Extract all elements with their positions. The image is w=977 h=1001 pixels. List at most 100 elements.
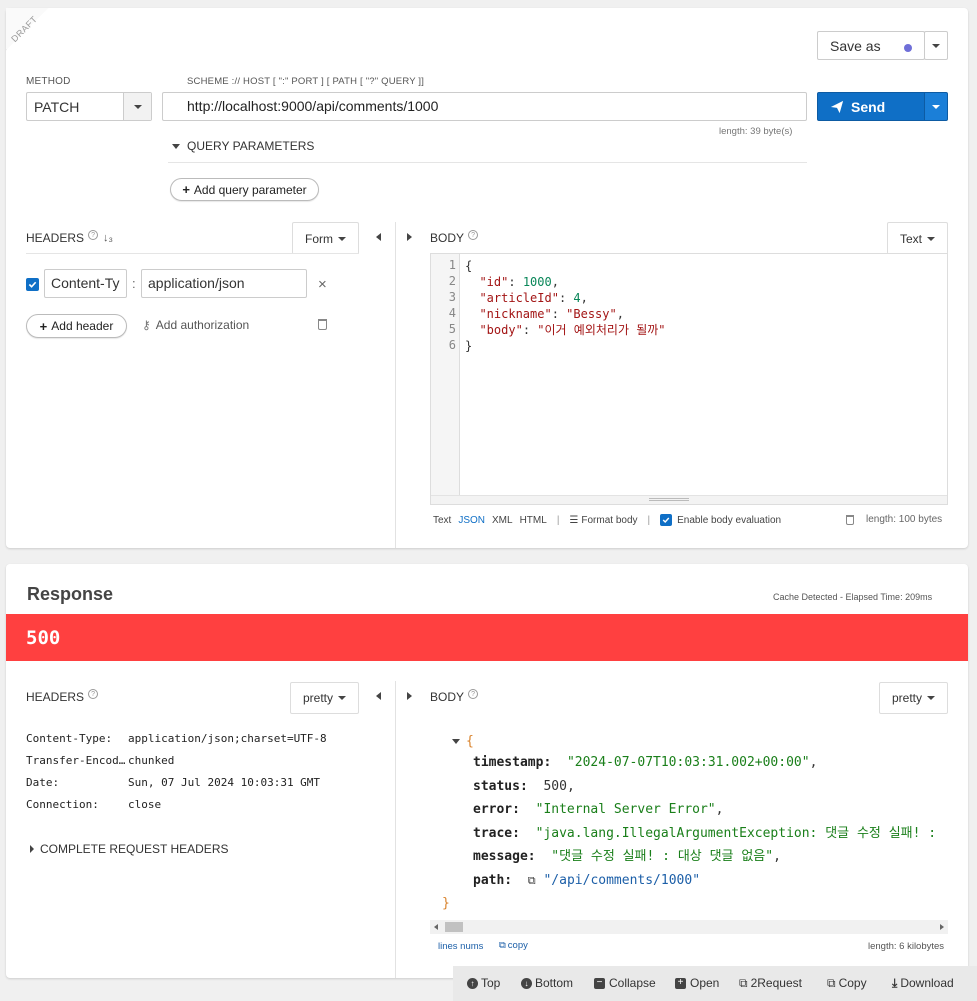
trash-icon[interactable] [846, 515, 854, 525]
response-headers-list: Content-Type: application/json;charset=UT… [26, 728, 366, 816]
format-body-button[interactable]: Format body [581, 515, 637, 526]
draft-ribbon: DRAFT [6, 8, 66, 68]
bottom-button[interactable]: ↓ Bottom [521, 972, 573, 994]
response-header-row: Content-Type: application/json;charset=UT… [26, 732, 327, 745]
toolbar-separator: | [556, 514, 560, 526]
header-enabled-checkbox[interactable] [26, 278, 39, 291]
help-icon[interactable]: ? [468, 689, 479, 699]
bottom-toolbar: ↑ Top ↓ Bottom − Collapse + Open ⧉ 2Requ… [453, 966, 977, 1001]
code-line: "articleId": 4, [479, 291, 588, 305]
body-code-editor[interactable]: 1 2 3 4 5 6 { "id": 1000, "articleId": 4… [430, 253, 948, 505]
response-body-title: BODY ? [430, 689, 479, 704]
format-xml[interactable]: XML [492, 515, 513, 526]
request-body-length: length: 100 bytes [866, 514, 943, 525]
chevron-down-icon [133, 104, 142, 109]
collapse-left-icon[interactable] [376, 233, 381, 241]
header-value-input[interactable]: application/json [141, 269, 307, 298]
response-body-length: length: 6 kilobytes [868, 941, 945, 952]
panel-splitter[interactable] [395, 222, 396, 548]
trash-icon[interactable] [318, 319, 327, 330]
response-header-row: Date: Sun, 07 Jul 2024 10:03:31 GMT [26, 776, 321, 789]
json-field: timestamp: "2024-07-07T10:03:31.002+00:0… [473, 755, 818, 770]
url-input[interactable]: http://localhost:9000/api/comments/1000 [162, 92, 807, 121]
save-as-dropdown-button[interactable] [924, 31, 948, 60]
method-value: PATCH [34, 98, 80, 115]
status-code: 500 [26, 627, 61, 649]
enable-eval-checkbox[interactable] [660, 514, 673, 526]
panel-splitter[interactable] [395, 681, 396, 978]
to-request-button[interactable]: ⧉ 2Request [739, 972, 802, 994]
lines-nums-toggle[interactable]: lines nums [438, 941, 483, 952]
format-json[interactable]: JSON [458, 515, 485, 526]
paper-plane-icon [830, 100, 844, 113]
query-params-label: QUERY PARAMETERS [187, 139, 315, 153]
minus-square-icon: − [594, 977, 605, 989]
expand-right-icon[interactable] [407, 692, 412, 700]
code-line: { [465, 259, 473, 273]
enable-eval-label: Enable body evaluation [677, 514, 782, 526]
response-horizontal-scrollbar[interactable] [430, 920, 948, 934]
send-dropdown-button[interactable] [924, 92, 948, 121]
download-button[interactable]: ⤓ Download [892, 972, 954, 994]
header-name-input[interactable]: Content-Ty [44, 269, 127, 298]
json-field: trace: "java.lang.IllegalArgumentExcepti… [473, 825, 937, 841]
response-headers-mode-select[interactable]: pretty [290, 682, 359, 714]
plus-icon: + [39, 318, 48, 334]
expand-right-icon[interactable] [407, 233, 412, 241]
chevron-down-icon [932, 104, 940, 109]
method-label: METHOD [26, 76, 71, 87]
caret-down-icon[interactable] [452, 739, 460, 745]
scrollbar-thumb[interactable] [445, 922, 463, 932]
headers-form-select[interactable]: Form [292, 222, 359, 254]
unsaved-dot-icon [904, 44, 912, 52]
request-panel: DRAFT Save as METHOD PATCH SCHEME :// HO… [6, 8, 968, 548]
format-body-icon: ☰ [569, 514, 579, 526]
collapse-button[interactable]: − Collapse [594, 972, 656, 994]
query-params-toggle[interactable]: QUERY PARAMETERS [172, 139, 314, 153]
remove-header-icon[interactable]: × [318, 276, 327, 293]
format-html[interactable]: HTML [520, 515, 547, 526]
save-as-button[interactable]: Save as [817, 31, 925, 60]
sort-icon[interactable]: ↓₃ [103, 232, 113, 244]
header-colon: : [132, 276, 136, 291]
response-header-row: Connection: close [26, 798, 162, 811]
copy-button[interactable]: ⧉ Copy [827, 972, 867, 994]
plus-square-icon: + [675, 977, 686, 989]
complete-request-headers-toggle[interactable]: COMPLETE REQUEST HEADERS [30, 842, 228, 856]
response-body-mode-label: pretty [891, 691, 922, 705]
download-icon: ⤓ [892, 975, 898, 990]
top-button[interactable]: ↑ Top [467, 972, 500, 994]
external-link-icon[interactable]: ⧉ [528, 874, 536, 887]
json-object-open[interactable]: { [452, 730, 474, 754]
add-query-param-button[interactable]: + Add query parameter [170, 178, 319, 201]
help-icon[interactable]: ? [468, 230, 479, 240]
help-icon[interactable]: ? [88, 230, 99, 240]
add-header-label: Add header [51, 319, 114, 333]
toolbar-separator: | [647, 514, 651, 526]
add-authorization-button[interactable]: ⚷ Add authorization [142, 318, 249, 332]
request-body-title: BODY ? [430, 230, 479, 245]
code-line: } [465, 339, 473, 353]
response-header-row: Transfer-Encod… chunked [26, 754, 175, 767]
method-select[interactable]: PATCH [26, 92, 152, 121]
path-link[interactable]: "/api/comments/1000" [543, 873, 700, 888]
send-button[interactable]: Send [817, 92, 925, 121]
copy-response-button[interactable]: ⧉ copy [499, 940, 528, 951]
json-field: status: 500, [473, 778, 575, 794]
editor-resize-handle[interactable] [431, 495, 947, 504]
collapse-left-icon[interactable] [376, 692, 381, 700]
check-icon [28, 281, 37, 288]
save-as-label: Save as [830, 37, 881, 54]
request-headers-title: HEADERS ? ↓₃ [26, 230, 113, 245]
body-mode-select[interactable]: Text [887, 222, 948, 254]
response-body-mode-select[interactable]: pretty [879, 682, 948, 714]
help-icon[interactable]: ? [88, 689, 99, 699]
format-text[interactable]: Text [433, 515, 451, 526]
open-button[interactable]: + Open [675, 972, 719, 994]
copy-icon: ⧉ [499, 940, 506, 951]
add-header-button[interactable]: + Add header [26, 314, 127, 338]
response-meta: Cache Detected - Elapsed Time: 209ms [773, 592, 933, 602]
line-number: 2 [448, 274, 456, 288]
scheme-hint-label: SCHEME :// HOST [ ":" PORT ] [ PATH [ "?… [187, 76, 425, 87]
json-field: path: ⧉ "/api/comments/1000" [473, 872, 701, 888]
